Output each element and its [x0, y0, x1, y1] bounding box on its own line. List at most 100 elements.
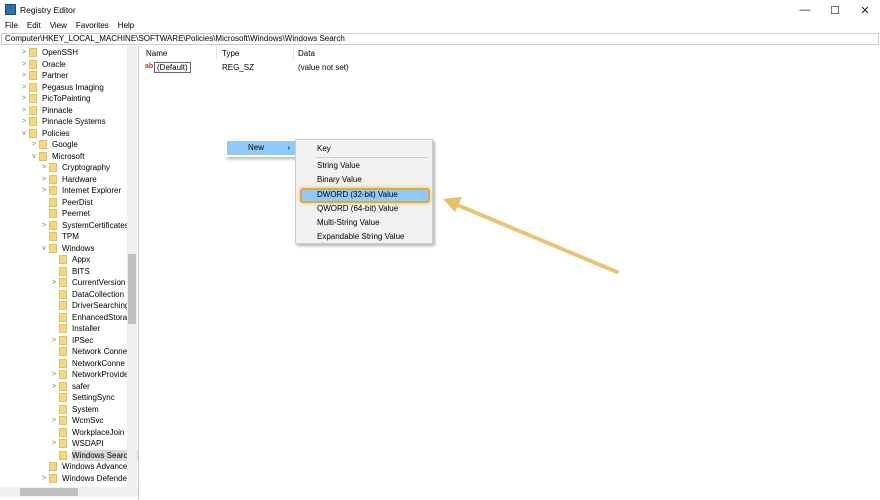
- tree-item[interactable]: > Windows Defender: [0, 473, 130, 485]
- tree-item-label: Windows: [62, 243, 95, 253]
- tree-item[interactable]: > OpenSSH: [0, 47, 127, 59]
- menu-file[interactable]: File: [5, 20, 18, 32]
- tree-item[interactable]: > WSDAPI: [0, 438, 127, 450]
- tree-item[interactable]: Network Conne: [0, 346, 127, 358]
- tree-item[interactable]: Windows Advance: [0, 461, 127, 473]
- menu-item-key[interactable]: Key: [317, 143, 331, 155]
- tree-item[interactable]: BITS: [0, 266, 127, 278]
- tree-item-label: Windows Defender: [62, 473, 130, 483]
- chevron-right-icon[interactable]: >: [20, 59, 28, 71]
- menu-item-expandable-string-value[interactable]: Expandable String Value: [317, 231, 404, 243]
- tree-item[interactable]: > CurrentVersion: [0, 277, 127, 289]
- menu-item-string-value[interactable]: String Value: [317, 160, 360, 172]
- tree-item[interactable]: WorkplaceJoin: [0, 427, 127, 439]
- menu-item-multi-string-value[interactable]: Multi-String Value: [317, 217, 380, 229]
- column-type[interactable]: Type: [222, 49, 239, 58]
- tree-item[interactable]: SettingSync: [0, 392, 127, 404]
- folder-icon: [59, 427, 67, 437]
- folder-icon: [59, 450, 67, 460]
- folder-icon: [39, 151, 47, 161]
- scroll-thumb[interactable]: [20, 488, 78, 496]
- tree-item[interactable]: > Hardware: [0, 174, 127, 186]
- tree-item[interactable]: EnhancedStorag: [0, 312, 132, 324]
- maximize-button[interactable]: ☐: [820, 0, 850, 20]
- scroll-thumb[interactable]: [128, 254, 136, 324]
- tree-item[interactable]: TPM: [0, 231, 127, 243]
- tree-item[interactable]: Windows Search: [0, 449, 138, 461]
- folder-icon: [49, 462, 57, 471]
- menu-view[interactable]: View: [50, 20, 67, 32]
- chevron-right-icon[interactable]: >: [50, 415, 58, 427]
- menu-help[interactable]: Help: [118, 20, 134, 32]
- tree-item[interactable]: System: [0, 404, 127, 416]
- tree-item[interactable]: > Cryptography: [0, 162, 127, 174]
- tree-item[interactable]: DataCollection: [0, 289, 127, 301]
- tree-item[interactable]: v Policies: [0, 128, 127, 140]
- column-data[interactable]: Data: [298, 49, 315, 58]
- tree-item[interactable]: > SystemCertificates: [0, 220, 129, 232]
- close-button[interactable]: ✕: [850, 0, 880, 20]
- tree-item[interactable]: v Windows: [0, 243, 127, 255]
- tree-item[interactable]: > Oracle: [0, 59, 127, 71]
- minimize-button[interactable]: —: [790, 0, 820, 20]
- tree-item[interactable]: > IPSec: [0, 335, 127, 347]
- tree-item[interactable]: DriverSearching: [0, 300, 129, 312]
- chevron-right-icon[interactable]: >: [40, 162, 48, 174]
- chevron-right-icon[interactable]: >: [20, 82, 28, 94]
- chevron-right-icon[interactable]: >: [20, 105, 28, 117]
- chevron-right-icon[interactable]: >: [40, 174, 48, 186]
- chevron-right-icon[interactable]: >: [20, 70, 28, 82]
- menu-item-qword-value[interactable]: QWORD (64-bit) Value: [317, 203, 398, 215]
- chevron-right-icon[interactable]: >: [50, 438, 58, 450]
- tree-item[interactable]: Appx: [0, 254, 127, 266]
- address-bar[interactable]: Computer\HKEY_LOCAL_MACHINE\SOFTWARE\Pol…: [1, 33, 879, 45]
- chevron-down-icon[interactable]: v: [20, 128, 28, 140]
- tree-horizontal-scrollbar[interactable]: [0, 487, 138, 497]
- tree-vertical-scrollbar[interactable]: [127, 46, 137, 487]
- submenu-arrow-icon: ›: [287, 143, 290, 152]
- tree-item[interactable]: > Pinnacle Systems: [0, 116, 127, 128]
- menu-favorites[interactable]: Favorites: [76, 20, 109, 32]
- registry-editor-icon: [5, 4, 16, 15]
- menu-edit[interactable]: Edit: [27, 20, 41, 32]
- chevron-right-icon[interactable]: >: [40, 220, 48, 232]
- tree-item[interactable]: v Microsoft: [0, 151, 127, 163]
- chevron-right-icon[interactable]: >: [30, 139, 38, 151]
- chevron-right-icon[interactable]: >: [40, 473, 48, 485]
- value-data: (value not set): [298, 63, 349, 72]
- chevron-right-icon[interactable]: >: [50, 335, 58, 347]
- chevron-right-icon[interactable]: >: [40, 185, 48, 197]
- chevron-right-icon[interactable]: >: [20, 47, 28, 59]
- menu-item-new[interactable]: New ›: [227, 141, 295, 155]
- tree-item[interactable]: > NetworkProvide: [0, 369, 128, 381]
- column-name[interactable]: Name: [146, 49, 167, 58]
- chevron-right-icon[interactable]: >: [20, 116, 28, 128]
- tree-item[interactable]: > PicToPainting: [0, 93, 127, 105]
- values-pane[interactable]: Name Type Data ab (Default) REG_SZ (valu…: [141, 46, 880, 500]
- folder-icon: [49, 232, 57, 241]
- tree-item[interactable]: > WcmSvc: [0, 415, 127, 427]
- chevron-right-icon[interactable]: >: [50, 369, 58, 381]
- tree-item[interactable]: NetworkConne: [0, 358, 127, 370]
- chevron-right-icon[interactable]: >: [50, 381, 58, 393]
- chevron-right-icon[interactable]: >: [20, 93, 28, 105]
- tree-item[interactable]: Peernet: [0, 208, 127, 220]
- chevron-right-icon[interactable]: >: [50, 277, 58, 289]
- tree-item[interactable]: > Pinnacle: [0, 105, 127, 117]
- tree-item[interactable]: > Partner: [0, 70, 127, 82]
- tree-item[interactable]: > Pegasus Imaging: [0, 82, 127, 94]
- chevron-down-icon[interactable]: v: [40, 243, 48, 255]
- folder-icon: [39, 140, 47, 149]
- chevron-down-icon[interactable]: v: [30, 151, 38, 163]
- tree-item[interactable]: > Internet Explorer: [0, 185, 127, 197]
- menu-item-dword-value[interactable]: DWORD (32-bit) Value: [317, 189, 398, 201]
- tree-item[interactable]: > safer: [0, 381, 127, 393]
- folder-icon: [29, 94, 37, 103]
- tree-item[interactable]: Installer: [0, 323, 127, 335]
- value-name[interactable]: (Default): [154, 62, 191, 73]
- tree-item[interactable]: PeerDist: [0, 197, 127, 209]
- key-tree[interactable]: > OpenSSH > Oracle > Partner > Pegasus Imaging >…: [0, 46, 139, 500]
- folder-icon: [49, 197, 57, 207]
- menu-item-binary-value[interactable]: Binary Value: [317, 174, 362, 186]
- tree-item[interactable]: > Google: [0, 139, 127, 151]
